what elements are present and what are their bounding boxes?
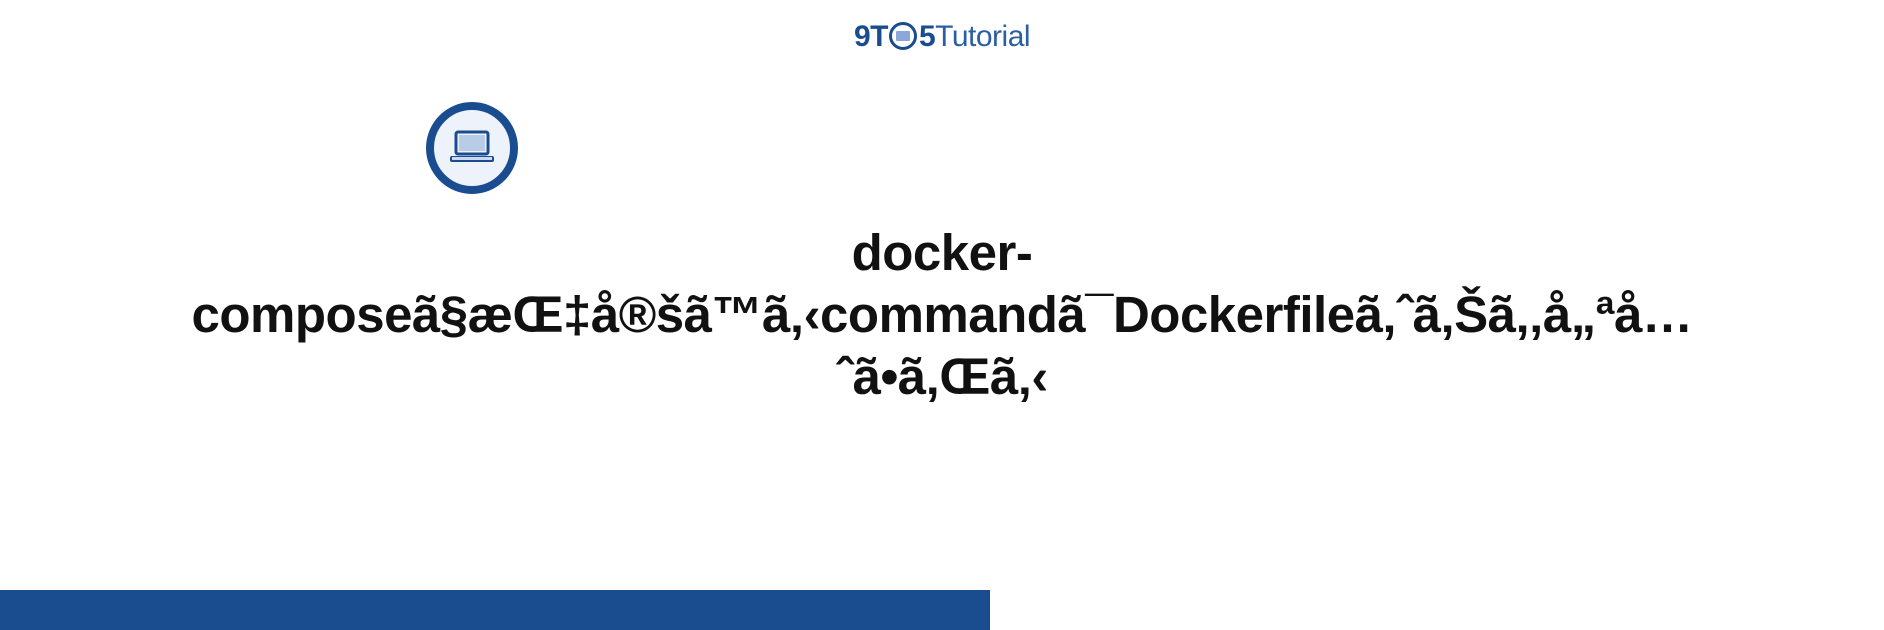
site-logo[interactable]: 9T 5 Tutorial <box>854 20 1030 54</box>
bottom-accent-bar <box>0 590 990 630</box>
site-header: 9T 5 Tutorial <box>0 0 1884 54</box>
title-line-3: ˆã•ã‚Œã‚‹ <box>836 348 1048 405</box>
article-content: docker- composeã§æŒ‡å®šã™ã‚‹commandã¯Doc… <box>0 102 1884 409</box>
laptop-icon <box>426 102 518 194</box>
laptop-svg-icon <box>448 128 496 168</box>
title-line-1: docker- <box>852 224 1033 281</box>
logo-circle-inner-icon <box>896 31 910 41</box>
logo-circle-icon <box>889 22 917 50</box>
logo-text-9t: 9T <box>854 20 888 54</box>
logo-text-5: 5 <box>919 20 935 54</box>
title-line-2: composeã§æŒ‡å®šã™ã‚‹commandã¯Dockerfileã… <box>192 286 1693 343</box>
logo-text-tutorial: Tutorial <box>935 20 1030 54</box>
article-title: docker- composeã§æŒ‡å®šã™ã‚‹commandã¯Doc… <box>0 222 1884 409</box>
